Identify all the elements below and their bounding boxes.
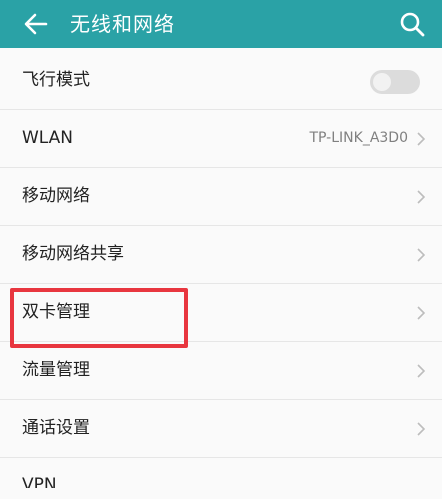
dual-sim-row[interactable]: 双卡管理 [0,284,442,342]
wlan-network-name: TP-LINK_A3D0 [309,130,409,146]
data-usage-label: 流量管理 [22,360,90,380]
search-icon[interactable] [398,10,426,38]
data-usage-row[interactable]: 流量管理 [0,342,442,400]
app-bar: 无线和网络 [0,0,442,48]
chevron-right-icon [417,248,426,262]
airplane-mode-label: 飞行模式 [22,70,90,90]
tethering-row[interactable]: 移动网络共享 [0,226,442,284]
call-settings-row[interactable]: 通话设置 [0,400,442,458]
page-title: 无线和网络 [70,12,175,36]
vpn-label: VPN [22,475,57,488]
call-settings-label: 通话设置 [22,418,90,438]
vpn-row[interactable]: VPN [0,458,442,488]
dual-sim-label: 双卡管理 [22,302,90,322]
settings-list: 飞行模式 WLAN TP-LINK_A3D0 移动网络 移动网络共享 双卡管理 … [0,52,442,488]
airplane-mode-row[interactable]: 飞行模式 [0,52,442,110]
chevron-right-icon [417,364,426,378]
chevron-right-icon [417,422,426,436]
chevron-right-icon [417,306,426,320]
chevron-right-icon [417,190,426,204]
wlan-row[interactable]: WLAN TP-LINK_A3D0 [0,110,442,168]
chevron-right-icon [417,132,426,146]
mobile-network-row[interactable]: 移动网络 [0,168,442,226]
mobile-network-label: 移动网络 [22,186,90,206]
toggle-knob [373,73,391,91]
wlan-label: WLAN [22,128,74,148]
arrow-left-icon[interactable] [22,10,50,38]
tethering-label: 移动网络共享 [22,244,124,264]
airplane-mode-toggle[interactable] [370,70,420,94]
